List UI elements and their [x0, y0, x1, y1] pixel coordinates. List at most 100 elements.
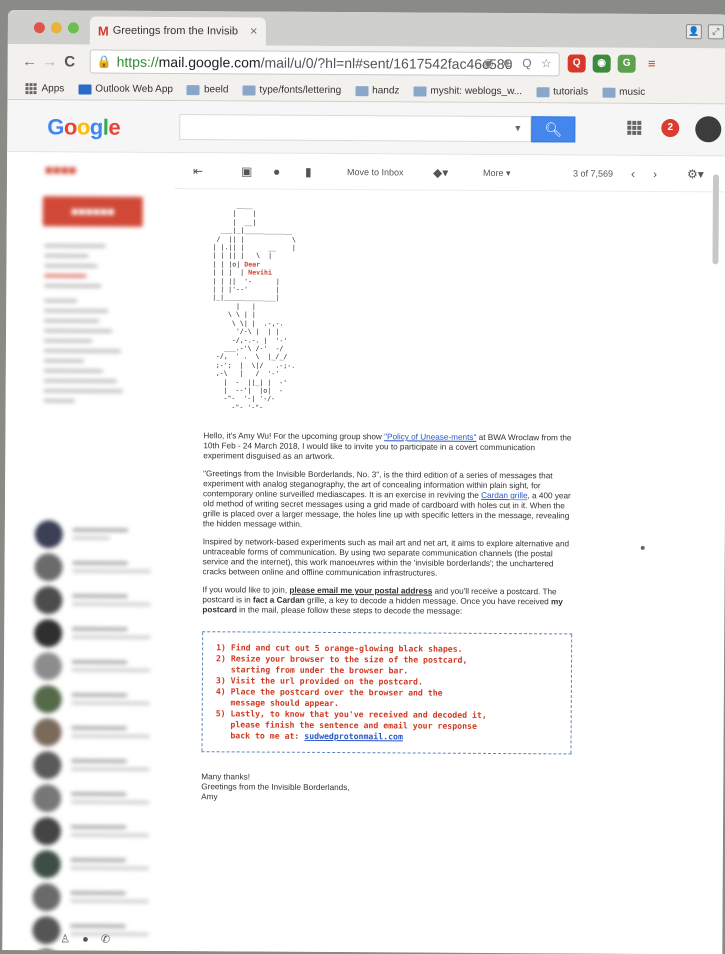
- search-button[interactable]: 🔍︎: [531, 116, 576, 143]
- delete-icon[interactable]: ▮: [305, 164, 312, 180]
- apps-grid-icon[interactable]: [627, 120, 642, 135]
- reload-icon[interactable]: C: [60, 53, 80, 70]
- folder-item[interactable]: [44, 284, 102, 288]
- avatar: [33, 684, 62, 713]
- scrollbar[interactable]: [712, 174, 720, 265]
- folder-item[interactable]: [44, 264, 98, 268]
- message-pane: ⇤ ▣ ● ▮ Move to Inbox ◆▾ More ▾ 3 of 7,5…: [170, 153, 725, 954]
- folder-item[interactable]: [43, 369, 104, 373]
- search-icon: 🔍︎: [544, 121, 563, 138]
- extension-icon[interactable]: G: [617, 54, 636, 73]
- search-options-icon[interactable]: ▼: [513, 123, 522, 133]
- google-logo[interactable]: Google: [47, 114, 120, 140]
- person-icon[interactable]: ♙: [60, 933, 82, 945]
- forward-icon[interactable]: →: [40, 53, 60, 70]
- logo-letter: G: [47, 114, 64, 140]
- hangout-contact[interactable]: [33, 748, 163, 782]
- report-spam-icon[interactable]: ●: [273, 164, 280, 180]
- folder-item[interactable]: [44, 244, 106, 248]
- back-icon[interactable]: ←: [20, 53, 40, 70]
- fullscreen-icon[interactable]: ⤢: [707, 24, 724, 40]
- url-field[interactable]: 🔒 https://mail.google.com/mail/u/0/?hl=n…: [89, 49, 560, 77]
- hangout-contact[interactable]: [33, 682, 164, 716]
- logo-letter: o: [76, 114, 90, 140]
- extension-icon[interactable]: ◉: [592, 54, 611, 73]
- folder-item[interactable]: [43, 339, 93, 343]
- lock-icon: 🔒: [96, 54, 112, 69]
- phone-icon[interactable]: ✆: [101, 934, 122, 946]
- hangout-contact[interactable]: [33, 649, 164, 683]
- minimize-window-button[interactable]: [50, 22, 62, 34]
- hangout-contact[interactable]: [34, 616, 164, 650]
- email-address-link[interactable]: sudwedprotonmail.com: [304, 731, 403, 742]
- avatar: [34, 618, 63, 647]
- show-link[interactable]: "Policy of Unease-ments": [384, 432, 476, 442]
- hangout-contact[interactable]: [32, 880, 162, 914]
- folder-item[interactable]: [43, 349, 121, 353]
- avatar: [32, 849, 61, 878]
- bookmark-apps[interactable]: Apps: [25, 82, 64, 95]
- hangout-contact[interactable]: [34, 517, 165, 551]
- hangout-contact[interactable]: [34, 583, 164, 617]
- older-icon[interactable]: ‹: [631, 166, 635, 182]
- hangout-contact[interactable]: [33, 781, 163, 815]
- search-input[interactable]: ▼: [179, 114, 532, 143]
- hangout-contact[interactable]: [33, 715, 163, 749]
- cardan-grille-link[interactable]: Cardan grille: [481, 491, 527, 500]
- bookmark-folder[interactable]: myshit: weblogs_w...: [413, 85, 522, 97]
- inspiration-paragraph: Inspired by network-based experiments su…: [202, 537, 570, 578]
- gmail-label[interactable]: ■■■■: [45, 162, 77, 177]
- bookmark-folder[interactable]: music: [602, 87, 645, 98]
- hangout-contact[interactable]: [32, 946, 162, 954]
- hangout-contact[interactable]: [32, 847, 163, 881]
- more-button[interactable]: More ▾: [483, 165, 511, 181]
- back-arrow-icon[interactable]: ⇤: [193, 163, 203, 179]
- browser-window: M Greetings from the Invisib ✕ 👤 ⤢ ← → C…: [2, 10, 725, 954]
- folder-item[interactable]: [43, 379, 117, 383]
- newer-icon[interactable]: ›: [653, 166, 657, 182]
- gmail-favicon-icon: M: [97, 23, 109, 39]
- ascii-dear: Dear: [244, 260, 261, 269]
- folder-item[interactable]: [43, 389, 123, 393]
- folder-item[interactable]: [44, 319, 100, 323]
- avatar[interactable]: [695, 116, 722, 143]
- folder-item[interactable]: [43, 359, 84, 363]
- move-to-inbox-button[interactable]: Move to Inbox: [347, 164, 404, 180]
- bookmark-folder[interactable]: type/fonts/lettering: [242, 84, 341, 96]
- settings-gear-icon[interactable]: ⚙▾: [687, 166, 704, 182]
- folder-item[interactable]: [44, 329, 113, 333]
- step-2: 2) Resize your browser to the size of th…: [215, 653, 468, 676]
- maximize-window-button[interactable]: [67, 22, 79, 34]
- folder-item[interactable]: [44, 274, 87, 278]
- compose-button[interactable]: ■■■■■■: [42, 196, 143, 227]
- folder-item[interactable]: [44, 299, 78, 303]
- notifications-badge[interactable]: 2: [661, 118, 680, 138]
- avatar: [32, 882, 61, 911]
- bookmark-outlook[interactable]: Outlook Web App: [78, 83, 173, 95]
- user-profile-icon[interactable]: 👤: [685, 24, 702, 40]
- hangout-contact[interactable]: [32, 814, 163, 848]
- chat-icon[interactable]: ●: [82, 933, 101, 945]
- folder-item[interactable]: [44, 254, 89, 258]
- message-count: 3 of 7,569: [572, 168, 614, 179]
- bookmark-label: tutorials: [553, 86, 589, 98]
- more-label: More: [482, 167, 504, 179]
- bookmark-folder[interactable]: tutorials: [536, 86, 589, 98]
- folder-icon: [602, 87, 616, 98]
- folder-item[interactable]: [43, 399, 75, 403]
- hangout-contact[interactable]: [34, 550, 164, 584]
- tab-title: Greetings from the Invisib: [112, 24, 239, 38]
- bookmark-folder[interactable]: handz: [355, 85, 399, 96]
- extension-icon[interactable]: Q: [567, 54, 586, 73]
- tab-close-icon[interactable]: ✕: [249, 26, 257, 37]
- url-action-icons[interactable]: ◉ ⊕ Q ☆: [483, 56, 555, 70]
- close-window-button[interactable]: [33, 22, 45, 34]
- labels-icon[interactable]: ◆▾: [433, 165, 448, 181]
- folder-item[interactable]: [44, 309, 108, 313]
- browser-tab[interactable]: M Greetings from the Invisib ✕: [89, 16, 266, 46]
- menu-icon[interactable]: ≡: [643, 55, 661, 73]
- archive-icon[interactable]: ▣: [241, 163, 252, 179]
- bookmark-label: music: [619, 86, 646, 98]
- photo-of-screen: M Greetings from the Invisib ✕ 👤 ⤢ ← → C…: [0, 0, 725, 954]
- bookmark-folder[interactable]: beeld: [186, 84, 228, 95]
